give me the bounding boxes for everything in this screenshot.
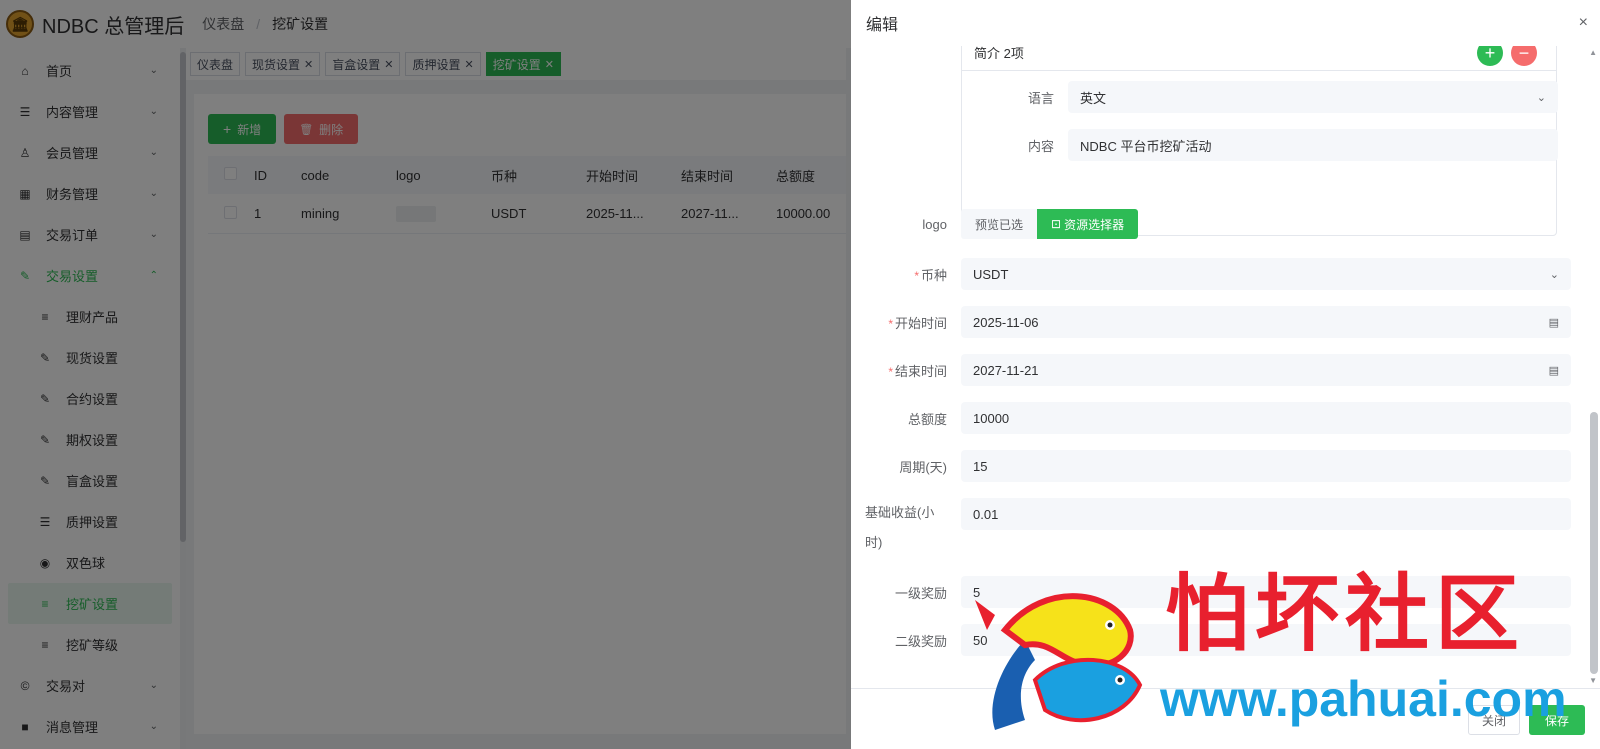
save-button[interactable]: 保存	[1529, 705, 1585, 735]
close-icon[interactable]: ×	[1579, 14, 1588, 32]
required-mark: *	[914, 268, 919, 283]
scroll-up-icon[interactable]: ▲	[1589, 48, 1597, 57]
edit-drawer: 编辑 × 简介 2项 + − 语言 英文 ⌄ 内容 NDBC 平台币挖矿活动 l…	[851, 0, 1600, 749]
end-time-picker[interactable]: 2027-11-21 ▤	[961, 354, 1571, 386]
chevron-down-icon: ⌄	[1536, 91, 1546, 104]
intro-content-input[interactable]: NDBC 平台币挖矿活动	[1068, 129, 1558, 161]
calendar-icon: ▤	[1548, 364, 1559, 377]
start-time-field: * 开始时间 2025-11-06 ▤	[851, 306, 1571, 338]
total-value: 10000	[973, 410, 1010, 426]
end-time-value: 2027-11-21	[973, 362, 1039, 378]
coin-value: USDT	[973, 266, 1009, 282]
calendar-icon: ▤	[1548, 316, 1559, 329]
reward-level1-input[interactable]: 5	[961, 576, 1571, 608]
intro-section-title: 简介 2项	[974, 46, 1024, 61]
close-button[interactable]: 关闭	[1468, 705, 1520, 735]
preview-selected-button[interactable]: 预览已选	[961, 209, 1038, 239]
required-mark: *	[888, 316, 893, 331]
period-label: 周期(天)	[899, 459, 947, 475]
required-mark: *	[888, 364, 893, 379]
drawer-title: 编辑	[866, 17, 899, 34]
divider	[962, 70, 1556, 71]
reward-level2-value: 50	[973, 632, 988, 648]
language-field: 语言 英文 ⌄	[962, 81, 1558, 113]
logo-buttons: 预览已选 ⊡ 资源选择器	[961, 209, 1139, 239]
end-time-field: * 结束时间 2027-11-21 ▤	[851, 354, 1571, 386]
remove-intro-button[interactable]: −	[1511, 46, 1537, 66]
scroll-down-icon[interactable]: ▼	[1589, 676, 1597, 685]
logo-label: logo	[922, 216, 947, 232]
intro-section: 简介 2项 + − 语言 英文 ⌄ 内容 NDBC 平台币挖矿活动	[961, 46, 1558, 236]
reward-level1-label: 一级奖励	[894, 585, 947, 601]
chevron-down-icon: ⌄	[1549, 268, 1559, 281]
modal-overlay[interactable]	[0, 0, 851, 749]
coin-field: * 币种 USDT ⌄	[851, 258, 1571, 290]
total-input[interactable]: 10000	[961, 402, 1571, 434]
period-input[interactable]: 15	[961, 450, 1571, 482]
resource-picker-button[interactable]: ⊡ 资源选择器	[1037, 209, 1139, 239]
logo-field: logo 预览已选 ⊡ 资源选择器	[851, 209, 1139, 239]
drawer-footer: 关闭 保存	[851, 688, 1600, 749]
coin-label: * 币种	[914, 267, 947, 283]
reward-level2-input[interactable]: 50	[961, 624, 1571, 656]
language-select[interactable]: 英文 ⌄	[1068, 81, 1558, 113]
resource-picker-label: 资源选择器	[1064, 217, 1125, 232]
drawer-header: 编辑	[851, 0, 1600, 46]
coin-select[interactable]: USDT ⌄	[961, 258, 1571, 290]
base-income-value: 0.01	[973, 506, 999, 522]
drawer-scrollbar-thumb[interactable]	[1590, 412, 1598, 674]
image-icon: ⊡	[1051, 217, 1062, 231]
period-value: 15	[973, 458, 988, 474]
drawer-body: 简介 2项 + − 语言 英文 ⌄ 内容 NDBC 平台币挖矿活动 logo 预…	[851, 46, 1600, 688]
base-income-field: 基础收益(小时) 0.01	[851, 498, 1571, 558]
total-field: 总额度 10000	[851, 402, 1571, 434]
start-time-value: 2025-11-06	[973, 314, 1039, 330]
period-field: 周期(天) 15	[851, 450, 1571, 482]
language-value: 英文	[1080, 90, 1107, 106]
start-time-picker[interactable]: 2025-11-06 ▤	[961, 306, 1571, 338]
reward-level2-field: 二级奖励 50	[851, 624, 1571, 656]
base-income-label: 基础收益(小时)	[865, 505, 935, 550]
base-income-input[interactable]: 0.01	[961, 498, 1571, 530]
reward-level1-field: 一级奖励 5	[851, 576, 1571, 608]
end-time-label: * 结束时间	[888, 363, 947, 379]
start-time-label: * 开始时间	[888, 315, 947, 331]
total-label: 总额度	[907, 411, 947, 427]
intro-content-field: 内容 NDBC 平台币挖矿活动	[962, 129, 1558, 161]
reward-level1-value: 5	[973, 584, 981, 600]
reward-level2-label: 二级奖励	[894, 633, 947, 649]
intro-content-label: 内容	[1027, 138, 1054, 154]
language-label: 语言	[1027, 90, 1054, 106]
add-intro-button[interactable]: +	[1477, 46, 1503, 66]
intro-content-value: NDBC 平台币挖矿活动	[1080, 138, 1212, 154]
